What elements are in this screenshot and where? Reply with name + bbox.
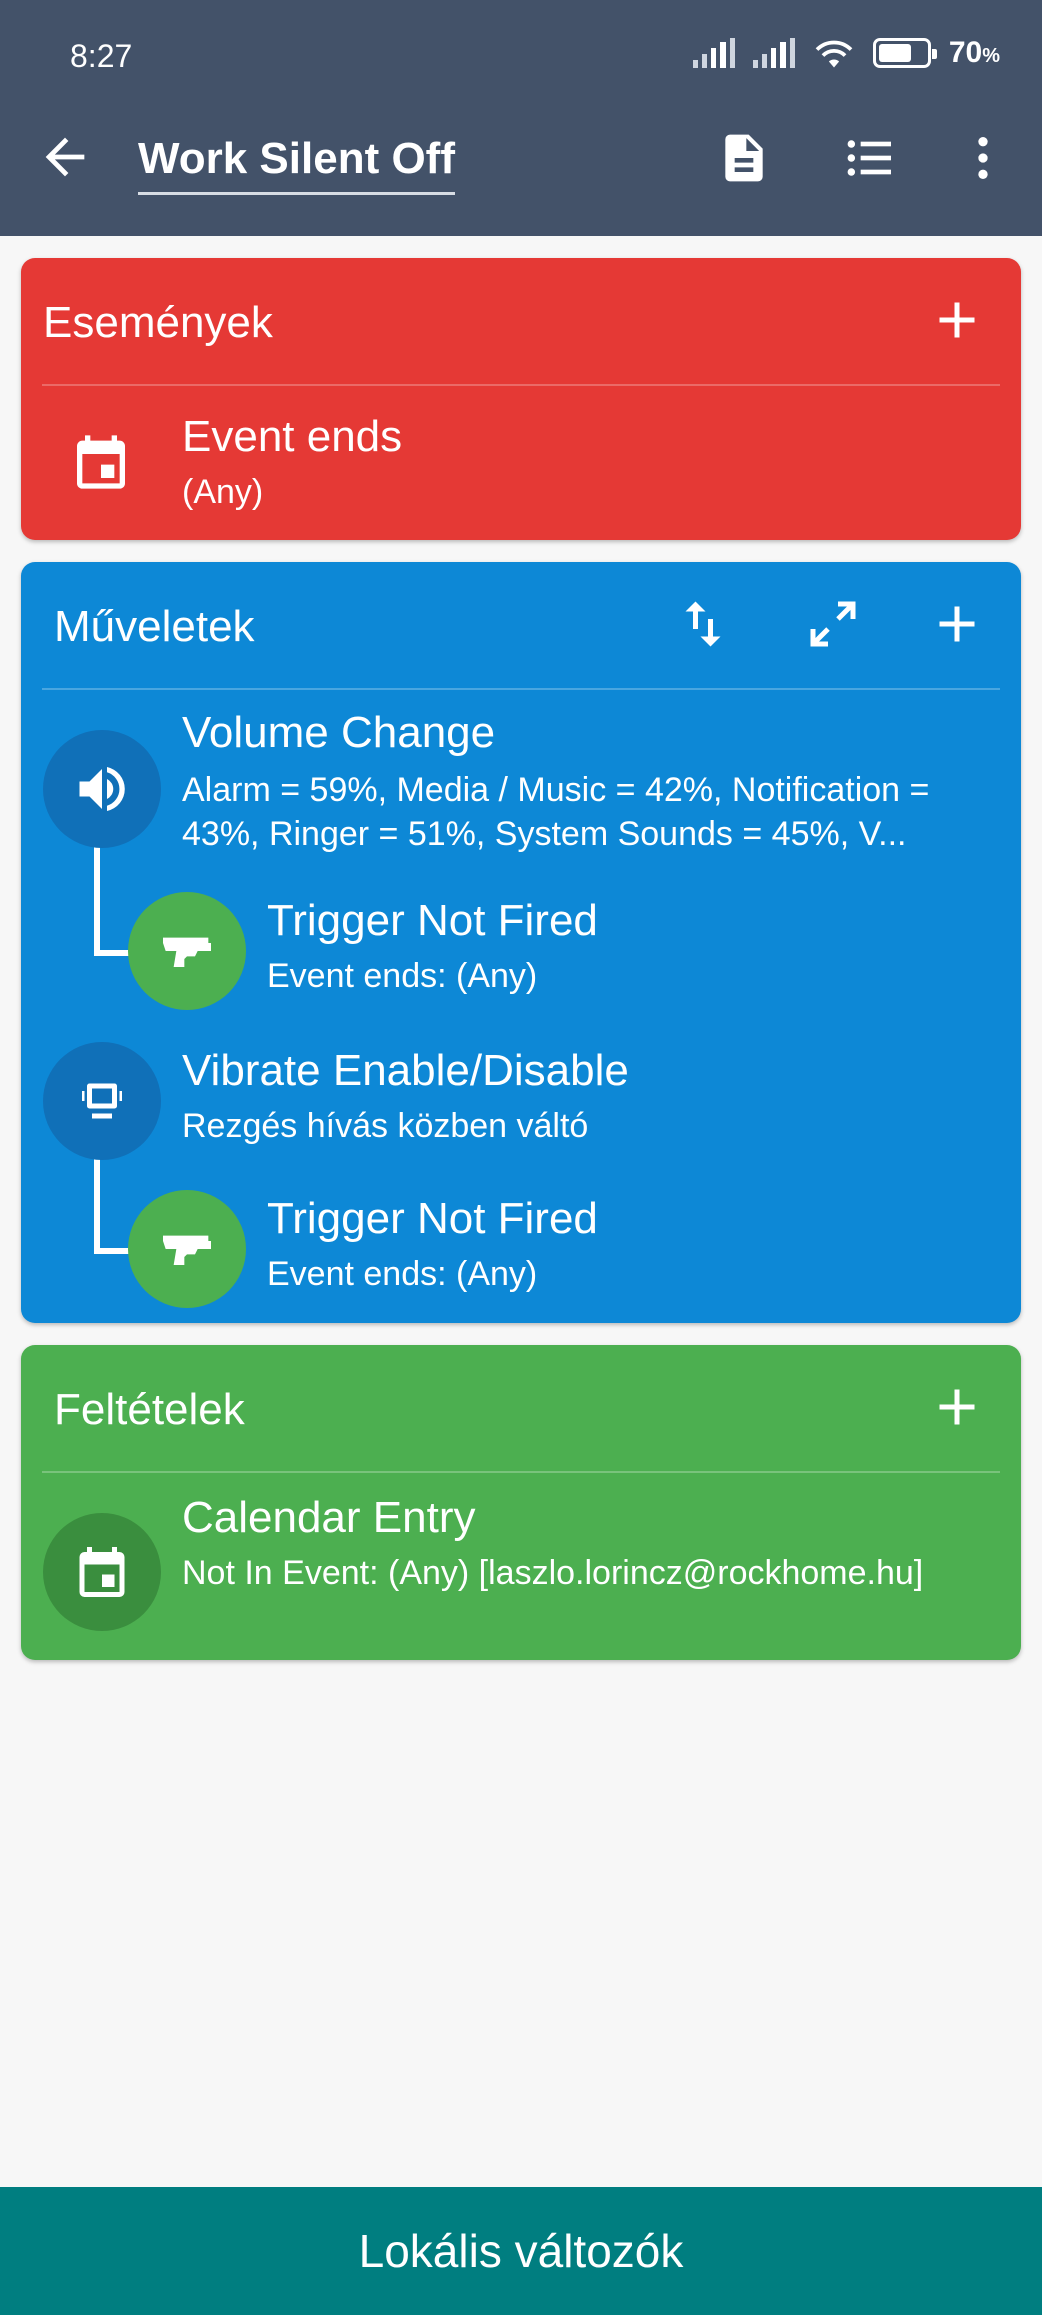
more-vert-icon[interactable]: [955, 130, 1011, 186]
triggers-title: Események: [43, 298, 273, 347]
volume-icon: [43, 730, 161, 848]
action-subtitle: Alarm = 59%, Media / Music = 42%, Notifi…: [182, 771, 930, 853]
expand-icon[interactable]: [803, 594, 863, 654]
reorder-icon[interactable]: [673, 594, 733, 654]
conditions-card: Feltételek Calendar Entry Not In Event: …: [21, 1345, 1021, 1660]
local-variables-button[interactable]: Lokális változók: [0, 2187, 1042, 2315]
condition-subtitle: Not In Event: (Any) [laszlo.lorincz@rock…: [182, 1554, 924, 1592]
page-title[interactable]: Work Silent Off: [138, 134, 455, 195]
signal-icon: [692, 38, 735, 68]
actions-title: Műveletek: [54, 602, 255, 651]
constraint-title: Trigger Not Fired: [267, 1194, 598, 1243]
gun-icon: [128, 1190, 246, 1308]
wifi-icon: [815, 40, 853, 68]
conditions-header[interactable]: Feltételek: [21, 1345, 1021, 1473]
battery-icon: [872, 38, 937, 68]
action-title: Volume Change: [182, 708, 496, 757]
back-arrow-icon[interactable]: [36, 128, 94, 186]
add-action-button[interactable]: [927, 594, 987, 654]
constraint-subtitle: Event ends: (Any): [267, 957, 538, 995]
status-time: 8:27: [70, 38, 133, 74]
vibrate-icon: [43, 1042, 161, 1160]
actions-card: Műveletek Volume Change Alarm = 59%, Med…: [21, 562, 1021, 1323]
constraint-title: Trigger Not Fired: [267, 896, 598, 945]
trigger-title: Event ends: [182, 412, 403, 461]
trigger-subtitle: (Any): [182, 473, 264, 511]
battery-text: 70%: [948, 36, 1000, 69]
triggers-card: Események Event ends (Any): [21, 258, 1021, 540]
constraint-subtitle: Event ends: (Any): [267, 1255, 538, 1293]
actions-header[interactable]: Műveletek: [21, 562, 1021, 690]
action-subtitle: Rezgés hívás közben váltó: [182, 1107, 589, 1145]
triggers-header[interactable]: Események: [21, 258, 1021, 386]
list-icon[interactable]: [842, 130, 898, 186]
app-bar: 8:27 70% Work Silent Off: [0, 0, 1042, 236]
add-trigger-button[interactable]: [927, 290, 987, 350]
signal-icon: [752, 38, 795, 68]
add-condition-button[interactable]: [927, 1377, 987, 1437]
condition-title: Calendar Entry: [182, 1493, 476, 1542]
action-title: Vibrate Enable/Disable: [182, 1046, 629, 1095]
gun-icon: [128, 892, 246, 1010]
status-icons: 70%: [692, 36, 1000, 70]
calendar-icon: [77, 435, 125, 489]
document-icon[interactable]: [716, 130, 772, 186]
calendar-icon: [43, 1513, 161, 1631]
conditions-title: Feltételek: [54, 1385, 245, 1434]
